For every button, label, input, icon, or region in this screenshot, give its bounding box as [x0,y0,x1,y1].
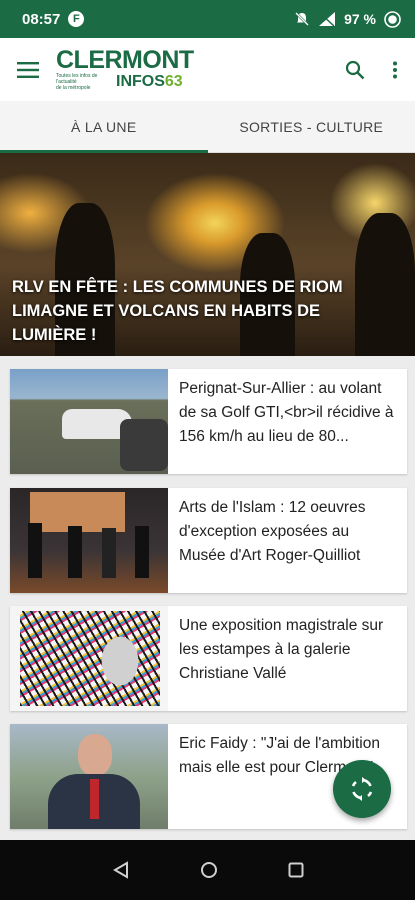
battery-icon [384,10,401,28]
recents-icon[interactable] [288,862,304,878]
logo-infos: INFOS63 [116,74,183,90]
app-bar: CLERMONT Toutes les infos de l'actualité… [0,38,415,101]
status-icons: 97 % [294,10,401,28]
person-shape [28,523,42,578]
category-tabs: À LA UNE SORTIES - CULTURE [0,101,415,153]
logo-tagline-line-1: Toutes les infos de l'actualité [56,73,98,85]
article-thumbnail [10,488,168,593]
article-thumbnail [10,369,168,474]
menu-icon [17,61,39,78]
tab-sorties-culture[interactable]: SORTIES - CULTURE [208,101,415,152]
article-thumbnail [10,724,168,829]
article-card[interactable]: Perignat-Sur-Allier : au volant de sa Go… [10,369,407,474]
logo-clermont: CLERMONT [56,46,194,74]
search-button[interactable] [335,38,375,101]
logo-bottom: Toutes les infos de l'actualité de la mé… [56,73,194,91]
person-shape [68,526,82,578]
article-thumbnail [10,606,168,711]
tie-shape [90,779,99,819]
more-vert-icon [393,61,397,78]
refresh-icon [351,777,373,801]
back-icon[interactable] [112,861,130,879]
signal-icon [319,12,336,27]
app-bar-actions [335,38,415,101]
mute-icon [295,12,309,26]
battery-percent: 97 % [344,11,376,27]
system-nav-bar [0,840,415,900]
artwork-shape [20,611,160,706]
logo-infos-number: 63 [164,73,183,90]
person-shape [135,526,149,578]
logo-infos-text: INFOS [116,73,165,90]
app-logo[interactable]: CLERMONT Toutes les infos de l'actualité… [56,38,194,101]
home-icon[interactable] [200,861,218,879]
hero-title: RLV EN FÊTE : LES COMMUNES DE RIOM LIMAG… [12,278,343,344]
article-title: Une exposition magistrale sur les estamp… [179,617,384,682]
article-card[interactable]: Une exposition magistrale sur les estamp… [10,606,407,711]
logo-tagline: Toutes les infos de l'actualité de la mé… [56,73,112,91]
search-icon [345,60,365,79]
article-title: Arts de l'Islam : 12 oeuvres d'exception… [179,499,366,564]
status-bar: 08:57 F 97 % [0,0,415,38]
tab-a-la-une[interactable]: À LA UNE [0,101,208,153]
notification-badge-icon: F [68,11,85,27]
logo-tagline-line-2: de la métropole [56,85,91,91]
person-head-shape [78,734,112,776]
article-card[interactable]: Arts de l'Islam : 12 oeuvres d'exception… [10,488,407,593]
car-shape [120,419,168,471]
more-options-button[interactable] [375,38,415,101]
article-title: Perignat-Sur-Allier : au volant de sa Go… [179,380,394,445]
hero-article[interactable]: RLV EN FÊTE : LES COMMUNES DE RIOM LIMAG… [0,153,415,356]
status-time: 08:57 [22,10,61,28]
person-shape [102,528,116,578]
refresh-button[interactable] [333,760,391,818]
menu-button[interactable] [0,38,56,101]
